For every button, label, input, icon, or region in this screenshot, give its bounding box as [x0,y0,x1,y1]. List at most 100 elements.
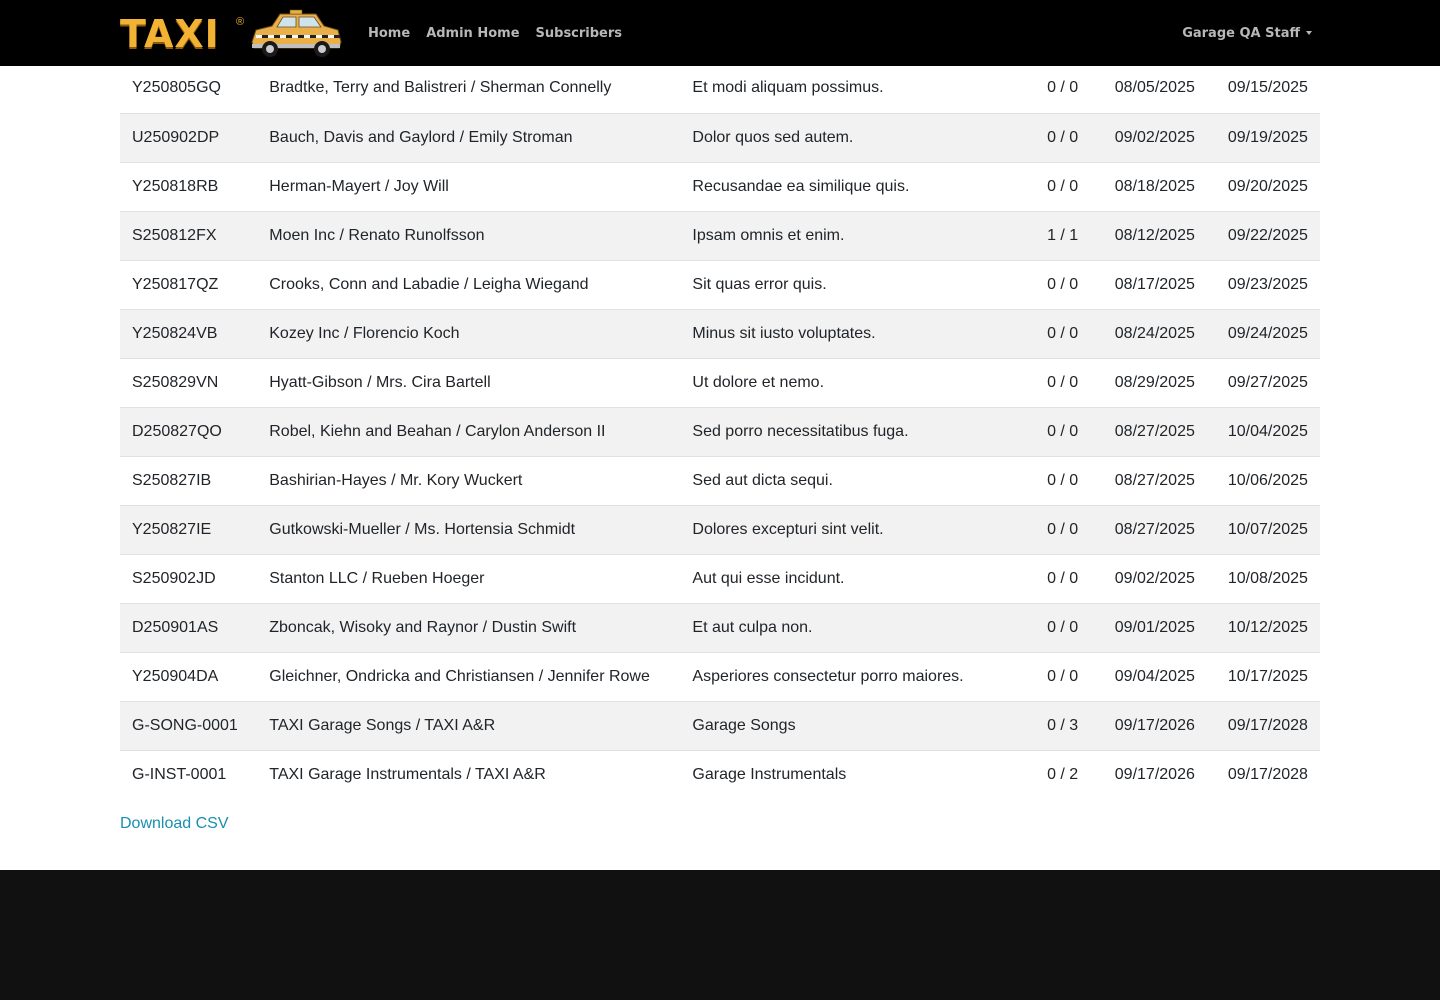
row-company-cell: Crooks, Conn and Labadie / Leigha Wiegan… [257,259,681,309]
row-id-cell: S250812FX [120,210,258,260]
row-end-date-cell: 10/06/2025 [1215,455,1320,505]
row-start-date-cell: 08/18/2025 [1100,161,1216,211]
row-id-cell: Y250824VB [120,308,258,358]
table-row: Y250817QZ Crooks, Conn and Labadie / Leig… [120,259,1320,309]
row-id-cell: Y250817QZ [120,259,258,309]
table-row: S250812FX Moen Inc / Renato Runolfsson Ips… [120,210,1320,260]
table-row: Y250805GQ Bradtke, Terry and Balistreri /… [120,64,1320,113]
table-row: Y250818RB Herman-Mayert / Joy Will Recusan… [120,161,1320,211]
row-count-cell: 1 / 1 [1024,210,1101,260]
row-count-cell: 0 / 0 [1024,455,1101,505]
row-company-cell: Zboncak, Wisoky and Raynor / Dustin Swif… [257,602,681,652]
row-end-date-cell: 10/12/2025 [1215,602,1320,652]
row-count-cell: 0 / 0 [1024,357,1101,407]
download-csv-link[interactable]: Download CSV [120,815,229,833]
row-id-cell: S250827IB [120,455,258,505]
row-id-cell: Y250904DA [120,651,258,701]
row-start-date-cell: 08/17/2025 [1100,259,1216,309]
row-company-cell: Gutkowski-Mueller / Ms. Hortensia Schmid… [257,504,681,554]
row-company-cell: TAXI Garage Instrumentals / TAXI A&R [257,749,681,799]
row-id-cell: Y250827IE [120,504,258,554]
row-company-cell: Gleichner, Ondricka and Christiansen / J… [257,651,681,701]
table-row: D250901AS Zboncak, Wisoky and Raynor / Du… [120,602,1320,652]
row-company-cell: Bashirian-Hayes / Mr. Kory Wuckert [257,455,681,505]
results-table-container: Y250805GQ Bradtke, Terry and Balistreri /… [120,64,1320,799]
row-id-cell: Y250818RB [120,161,258,211]
user-menu-label: Garage QA Staff [1182,25,1300,41]
row-end-date-cell: 10/07/2025 [1215,504,1320,554]
row-end-date-cell: 10/04/2025 [1215,406,1320,456]
page-footer [0,870,1440,1000]
row-title-cell: Sit quas error quis. [680,259,1025,309]
row-start-date-cell: 08/29/2025 [1100,357,1216,407]
table-row: Y250827IE Gutkowski-Mueller / Ms. Hortens… [120,504,1320,554]
row-title-cell: Ut dolore et nemo. [680,357,1025,407]
row-count-cell: 0 / 0 [1024,651,1101,701]
brand-registered-mark: ® [236,16,245,28]
row-start-date-cell: 09/17/2026 [1100,700,1216,750]
row-start-date-cell: 08/05/2025 [1114,79,1195,97]
table-row: S250829VN Hyatt-Gibson / Mrs. Cira Bartel… [120,357,1320,407]
row-end-date-cell: 09/22/2025 [1215,210,1320,260]
row-id-cell: D250901AS [120,602,258,652]
row-end-date-cell: 09/19/2025 [1215,112,1320,162]
row-title-cell: Garage Instrumentals [680,749,1025,799]
row-count-cell: 0 / 2 [1024,749,1101,799]
row-title-cell: Sed porro necessitatibus fuga. [680,406,1025,456]
results-table: Y250805GQ Bradtke, Terry and Balistreri /… [120,64,1320,799]
table-row: Y250824VB Kozey Inc / Florencio Koch Minus… [120,308,1320,358]
row-end-date-cell: 09/24/2025 [1215,308,1320,358]
row-count-cell: 0 / 0 [1024,504,1101,554]
main-nav: Home Admin Home Subscribers [368,0,638,66]
brand-wordmark: TAXI [120,12,220,56]
row-title-cell: Minus sit iusto voluptates. [680,308,1025,358]
row-end-date-cell: 09/27/2025 [1215,357,1320,407]
row-id-cell: S250902JD [120,553,258,603]
table-row: S250902JD Stanton LLC / Rueben Hoeger Aut … [120,553,1320,603]
row-company-cell: Hyatt-Gibson / Mrs. Cira Bartell [257,357,681,407]
row-start-date-cell: 09/04/2025 [1100,651,1216,701]
row-start-date-cell: 08/27/2025 [1100,504,1216,554]
row-id-cell: G-SONG-0001 [120,700,258,750]
nav-subscribers-link[interactable]: Subscribers [536,26,623,41]
row-start-date-cell: 09/17/2026 [1100,749,1216,799]
row-title-cell: Dolores excepturi sint velit. [680,504,1025,554]
row-title-cell: Ipsam omnis et enim. [680,210,1025,260]
row-company-cell: Stanton LLC / Rueben Hoeger [257,553,681,603]
row-company-cell: Robel, Kiehn and Beahan / Carylon Anders… [257,406,681,456]
row-start-date-cell: 09/02/2025 [1100,112,1216,162]
row-count-cell: 0 / 0 [1024,308,1101,358]
row-end-date-cell: 09/17/2028 [1215,700,1320,750]
user-menu-dropdown[interactable]: Garage QA Staff [1182,0,1312,66]
brand-logo[interactable]: TAXI ® [118,6,344,60]
row-start-date-cell: 09/02/2025 [1100,553,1216,603]
caret-down-icon [1306,31,1312,35]
row-count-cell: 0 / 0 [1024,553,1101,603]
row-count-cell: 0 / 0 [1024,602,1101,652]
row-count-cell: 0 / 0 [1047,79,1079,97]
row-company-cell: Kozey Inc / Florencio Koch [257,308,681,358]
row-title-cell: Et aut culpa non. [680,602,1025,652]
table-row: D250827QO Robel, Kiehn and Beahan / Caryl… [120,406,1320,456]
row-count-cell: 0 / 0 [1024,406,1101,456]
row-title-cell: Recusandae ea similique quis. [680,161,1025,211]
row-count-cell: 0 / 0 [1024,161,1101,211]
row-count-cell: 0 / 0 [1024,259,1101,309]
nav-home-link[interactable]: Home [368,26,410,41]
row-title-cell: Et modi aliquam possimus. [692,79,884,97]
row-id-cell: D250827QO [120,406,258,456]
row-count-cell: 0 / 3 [1024,700,1101,750]
row-id-cell: Y250805GQ [132,79,221,97]
row-end-date-cell: 09/15/2025 [1227,79,1308,97]
table-row: Y250904DA Gleichner, Ondricka and Christi… [120,651,1320,701]
row-title-cell: Aut qui esse incidunt. [680,553,1025,603]
row-end-date-cell: 09/17/2028 [1215,749,1320,799]
row-title-cell: Garage Songs [680,700,1025,750]
row-start-date-cell: 08/12/2025 [1100,210,1216,260]
row-company-cell: Bauch, Davis and Gaylord / Emily Stroman [257,112,681,162]
row-title-cell: Dolor quos sed autem. [680,112,1025,162]
nav-admin-home-link[interactable]: Admin Home [426,26,519,41]
row-end-date-cell: 09/20/2025 [1215,161,1320,211]
results-table-body: Y250805GQ Bradtke, Terry and Balistreri /… [120,64,1320,799]
row-id-cell: S250829VN [120,357,258,407]
